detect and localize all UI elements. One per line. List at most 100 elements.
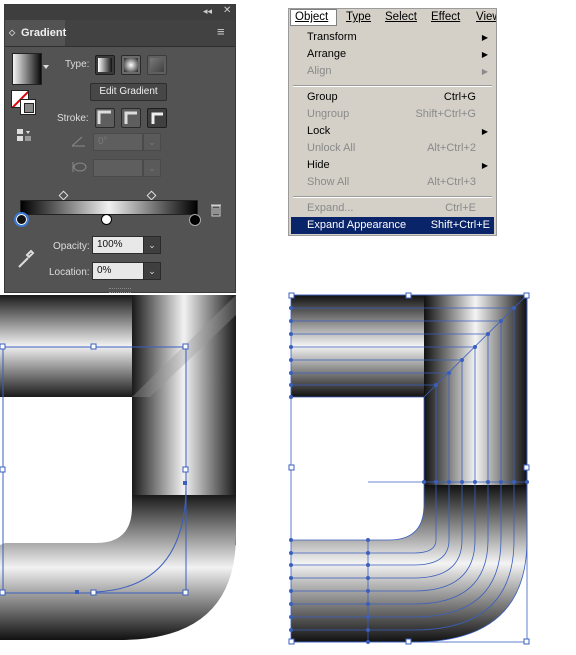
stroke-label: Stroke:	[57, 113, 89, 124]
swap-fill-stroke-icon[interactable]	[16, 128, 31, 141]
location-dropdown[interactable]: ⌄	[143, 262, 161, 280]
submenu-arrow-icon: ▶	[481, 67, 488, 76]
stroke-across-button[interactable]	[147, 108, 167, 128]
panel-top-strip: ◂◂ ✕	[5, 5, 235, 20]
menu-item-expand-appearance[interactable]: Expand Appearance Shift+Ctrl+E	[291, 217, 494, 234]
submenu-arrow-icon: ▶	[481, 33, 488, 42]
menu-item-expand: Expand... Ctrl+E	[291, 200, 494, 217]
gradient-slider-bar[interactable]	[20, 200, 198, 215]
menu-item-label: Lock	[307, 125, 331, 137]
menu-item-shortcut: Alt+Ctrl+2	[427, 142, 476, 154]
top-band	[0, 295, 150, 397]
menu-bar-object-label: Object	[295, 11, 329, 23]
menu-bar-view[interactable]: View	[476, 10, 496, 25]
angle-dropdown: ⌄	[143, 133, 161, 151]
menu-item-group[interactable]: Group Ctrl+G	[291, 89, 494, 106]
menu-item-shortcut: Shift+Ctrl+E	[430, 219, 490, 231]
anchor-point-bottom[interactable]	[75, 590, 79, 594]
stroke-indicator[interactable]	[20, 99, 36, 115]
menu-item-label: Show All	[307, 176, 350, 188]
opacity-dropdown[interactable]: ⌄	[143, 236, 161, 254]
menu-item-show-all: Show All Alt+Ctrl+3	[291, 174, 494, 191]
left-artwork	[0, 295, 240, 655]
radial-gradient-button[interactable]	[121, 55, 141, 75]
opacity-value: 100%	[97, 239, 123, 250]
panel-resize-grip[interactable]	[109, 288, 131, 293]
panel-tab-row: ◇ Gradient ≡	[5, 20, 235, 47]
inner-hole	[0, 397, 132, 543]
menu-item-shortcut: Ctrl+G	[443, 91, 476, 103]
gradient-preview-swatch[interactable]	[12, 53, 42, 85]
angle-value: 0°	[98, 136, 108, 147]
menu-item-label: Unlock All	[307, 142, 356, 154]
submenu-arrow-icon: ▶	[481, 161, 488, 170]
stroke-along-button[interactable]	[121, 108, 141, 128]
color-stop-right[interactable]	[189, 214, 201, 226]
menu-item-ungroup: Ungroup Shift+Ctrl+G	[291, 106, 494, 123]
color-stop-left[interactable]	[14, 212, 29, 227]
edit-gradient-label: Edit Gradient	[99, 86, 158, 97]
menu-bar-select[interactable]: Select	[385, 10, 417, 25]
tab-gradient[interactable]: ◇ Gradient	[5, 20, 67, 46]
aspect-chevron-icon: ⌄	[148, 163, 156, 173]
menu-item-label: Expand Appearance	[307, 219, 407, 231]
expanded-right-band	[424, 295, 527, 485]
expanded-inner-hole	[291, 397, 424, 540]
tab-gradient-label: Gradient	[21, 27, 67, 39]
menu-item-lock[interactable]: Lock ▶	[291, 123, 494, 140]
angle-field: 0°	[93, 133, 143, 151]
object-menu: Object Type Select Effect View Transform…	[288, 8, 497, 236]
panel-menu-icon[interactable]: ≡	[217, 24, 225, 39]
menu-item-arrange[interactable]: Arrange ▶	[291, 46, 494, 63]
location-chevron-icon: ⌄	[148, 266, 156, 276]
linear-gradient-button[interactable]	[95, 55, 115, 75]
right-artwork	[284, 290, 534, 650]
menu-bar: Object Type Select Effect View	[289, 9, 496, 26]
opacity-label: Opacity:	[53, 241, 90, 252]
color-stop-middle[interactable]	[101, 214, 112, 225]
menu-item-label: Align	[307, 65, 332, 77]
aspect-ratio-field	[93, 159, 143, 177]
eyedropper-icon[interactable]	[17, 249, 35, 272]
submenu-arrow-icon: ▶	[481, 50, 488, 59]
opacity-field[interactable]: 100%	[92, 236, 147, 254]
menu-item-hide[interactable]: Hide ▶	[291, 157, 494, 174]
menu-bar-effect[interactable]: Effect	[431, 10, 460, 25]
location-value: 0%	[97, 265, 112, 276]
menu-bar-type[interactable]: Type	[346, 10, 371, 25]
menu-separator	[293, 85, 492, 87]
type-label: Type:	[65, 59, 90, 70]
submenu-arrow-icon: ▶	[481, 127, 488, 136]
menu-item-label: Transform	[307, 31, 357, 43]
menu-item-label: Expand...	[307, 202, 354, 214]
menu-item-label: Arrange	[307, 48, 347, 60]
menu-item-align: Align ▶	[291, 63, 494, 80]
midpoint-diamond-left[interactable]	[58, 190, 69, 201]
midpoint-diamond-right[interactable]	[146, 190, 157, 201]
menu-item-label: Hide	[307, 159, 330, 171]
menu-item-transform[interactable]: Transform ▶	[291, 29, 494, 46]
menu-separator	[293, 196, 492, 198]
aspect-ratio-dropdown: ⌄	[143, 159, 161, 177]
close-panel-icon[interactable]: ✕	[223, 5, 231, 16]
stroke-within-button[interactable]	[95, 108, 115, 128]
menu-item-label: Ungroup	[307, 108, 350, 120]
menu-item-unlock-all: Unlock All Alt+Ctrl+2	[291, 140, 494, 157]
menu-item-shortcut: Shift+Ctrl+G	[415, 108, 476, 120]
delete-stop-icon[interactable]	[210, 203, 222, 220]
swatch-dropdown-icon[interactable]	[43, 65, 49, 69]
angle-chevron-icon: ⌄	[148, 137, 156, 147]
collapse-panel-icon[interactable]: ◂◂	[203, 6, 212, 17]
gradient-panel: ◂◂ ✕ ◇ Gradient ≡ Type: Edit Gradient St…	[4, 4, 236, 293]
menu-item-shortcut: Ctrl+E	[445, 202, 476, 214]
anchor-point[interactable]	[183, 481, 187, 485]
location-label: Location:	[49, 267, 90, 278]
aspect-ratio-icon	[71, 160, 87, 177]
freeform-gradient-button[interactable]	[147, 55, 167, 75]
opacity-chevron-icon: ⌄	[148, 240, 156, 250]
location-field[interactable]: 0%	[92, 262, 147, 280]
menu-item-shortcut: Alt+Ctrl+3	[427, 176, 476, 188]
menu-item-label: Group	[307, 91, 338, 103]
angle-icon	[71, 135, 87, 150]
edit-gradient-button[interactable]: Edit Gradient	[90, 83, 167, 101]
